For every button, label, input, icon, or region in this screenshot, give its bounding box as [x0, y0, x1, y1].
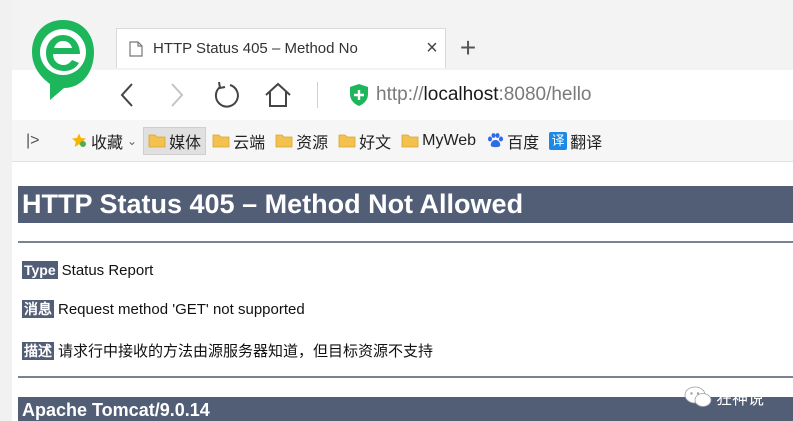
address-bar[interactable]: http://localhost:8080/hello — [376, 84, 592, 106]
page-icon — [129, 40, 143, 57]
browser-logo-icon — [32, 20, 94, 100]
folder-icon — [275, 134, 293, 148]
bookmark-label: 百度 — [507, 134, 540, 152]
bookmark-translate[interactable]: 译 翻译 — [545, 127, 606, 155]
server-footer: Apache Tomcat/9.0.14 — [18, 397, 793, 421]
description-value: 请求行中接收的方法由源服务器知道，但目标资源不支持 — [58, 343, 434, 360]
url-scheme: http:// — [376, 84, 424, 105]
tab-close-button[interactable]: × — [421, 37, 443, 60]
page-content: HTTP Status 405 – Method Not Allowed Typ… — [12, 162, 793, 421]
new-tab-button[interactable]: + — [450, 30, 486, 66]
type-value: Status Report — [61, 261, 154, 279]
message-row: 消息 Request method 'GET' not supported — [22, 300, 305, 318]
baidu-paw-icon — [488, 133, 504, 148]
sidebar-toggle-icon[interactable]: |> — [26, 132, 66, 150]
back-arrow-icon[interactable] — [110, 78, 146, 112]
security-shield-icon[interactable] — [348, 83, 370, 107]
chevron-down-icon: ⌄ — [127, 133, 138, 148]
bookmark-label: 收藏 — [91, 134, 124, 152]
message-label: 消息 — [22, 300, 54, 318]
bookmark-label: 云端 — [233, 134, 266, 152]
description-row: 描述 请求行中接收的方法由源服务器知道，但目标资源不支持 — [22, 340, 433, 361]
folder-icon — [148, 134, 166, 148]
url-host: localhost — [423, 84, 499, 105]
bookmark-label: 媒体 — [169, 134, 202, 152]
watermark-text: 狂神说 — [716, 391, 765, 408]
active-tab[interactable]: HTTP Status 405 – Method No × — [116, 28, 446, 68]
bookmark-label: 资源 — [296, 134, 329, 152]
folder-icon — [212, 134, 230, 148]
forward-arrow-icon[interactable] — [158, 78, 194, 112]
url-path: :8080/hello — [498, 84, 592, 105]
nav-separator — [317, 82, 318, 108]
bookmark-favorites[interactable]: 收藏 ⌄ — [66, 127, 141, 155]
watermark: 狂神说 — [684, 385, 764, 409]
bookmark-folder-media[interactable]: 媒体 — [143, 126, 207, 155]
folder-icon — [338, 134, 356, 148]
divider — [18, 376, 793, 378]
folder-icon — [401, 134, 419, 148]
tab-title: HTTP Status 405 – Method No — [153, 40, 358, 57]
bookmarks-bar: |> 收藏 ⌄ 媒体 云端 资源 好文 MyWeb 百度 译 翻译 — [12, 120, 793, 162]
bookmark-label: 翻译 — [570, 134, 603, 152]
wechat-icon — [684, 386, 712, 407]
browser-window: HTTP Status 405 – Method No × + http://l… — [12, 0, 793, 421]
tab-strip: HTTP Status 405 – Method No × + — [12, 0, 793, 100]
home-icon[interactable] — [260, 78, 296, 112]
message-value: Request method 'GET' not supported — [58, 300, 305, 318]
bookmark-folder-articles[interactable]: 好文 — [334, 127, 395, 155]
bookmark-folder-resources[interactable]: 资源 — [271, 127, 332, 155]
type-row: Type Status Report — [22, 261, 153, 279]
bookmark-label: MyWeb — [422, 131, 477, 149]
star-icon — [72, 133, 86, 147]
type-label: Type — [22, 261, 58, 279]
divider — [18, 241, 793, 243]
description-label: 描述 — [22, 341, 54, 360]
bookmark-label: 好文 — [359, 134, 392, 152]
bookmark-folder-myweb[interactable]: MyWeb — [397, 127, 480, 155]
bookmark-baidu[interactable]: 百度 — [482, 127, 543, 155]
reload-icon[interactable] — [208, 78, 244, 112]
translate-icon: 译 — [549, 131, 568, 150]
bookmark-folder-cloud[interactable]: 云端 — [208, 127, 269, 155]
page-title: HTTP Status 405 – Method Not Allowed — [18, 186, 793, 223]
navigation-bar: http://localhost:8080/hello — [12, 70, 793, 120]
